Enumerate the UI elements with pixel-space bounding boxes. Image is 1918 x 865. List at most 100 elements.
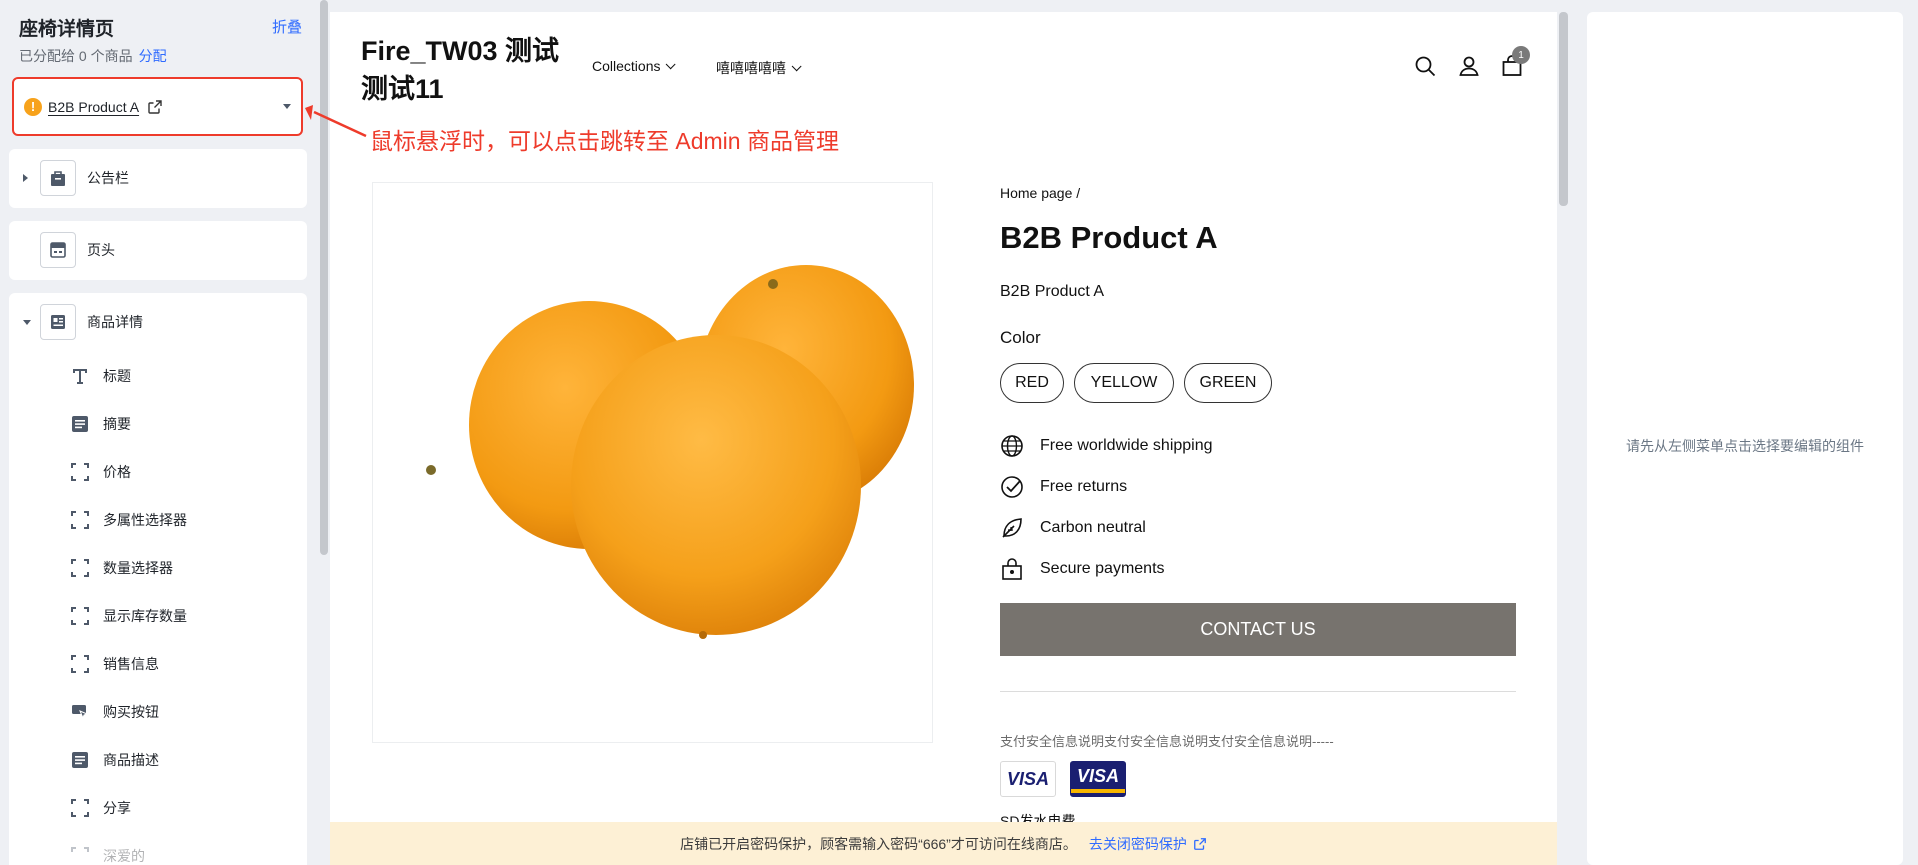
globe-icon xyxy=(1000,434,1024,458)
component-label: 多属性选择器 xyxy=(103,512,187,528)
contact-us-button[interactable]: CONTACT US xyxy=(1000,603,1516,656)
chevron-down-icon[interactable] xyxy=(283,104,291,109)
component-item-partial[interactable]: 深爱的 xyxy=(9,832,307,865)
password-banner-text: 店铺已开启密码保护，顾客需输入密码“666”才可访问在线商店。 xyxy=(680,835,1077,852)
section-label: 公告栏 xyxy=(87,170,129,186)
disable-password-link[interactable]: 去关闭密码保护 xyxy=(1089,834,1207,854)
component-label: 摘要 xyxy=(103,416,131,432)
component-label: 商品描述 xyxy=(103,752,159,768)
product-image[interactable] xyxy=(372,182,933,743)
button-cursor-icon xyxy=(69,701,91,723)
left-sidebar: 座椅详情页 折叠 已分配给 0 个商品 分配 ! B2B Product A 公告… xyxy=(0,0,316,865)
annotation-arrow xyxy=(305,105,367,138)
option-green[interactable]: GREEN xyxy=(1184,363,1272,403)
product-summary: B2B Product A xyxy=(1000,283,1105,300)
component-item-quantity-selector[interactable]: 数量选择器 xyxy=(9,544,307,592)
card-brand: VISA xyxy=(1076,765,1119,786)
component-label: 数量选择器 xyxy=(103,560,173,576)
cart-count-badge: 1 xyxy=(1512,46,1530,64)
section-announcement[interactable]: 公告栏 xyxy=(9,149,307,207)
store-title[interactable]: Fire_TW03 测试 测试11 xyxy=(361,32,566,108)
frame-corners-icon xyxy=(69,845,91,865)
lock-bag-icon xyxy=(1000,557,1024,581)
frame-corners-icon xyxy=(69,605,91,627)
option-yellow[interactable]: YELLOW xyxy=(1074,363,1174,403)
nav-item-custom[interactable]: 嘻嘻嘻嘻嘻 xyxy=(716,58,802,78)
product-admin-link[interactable]: B2B Product A xyxy=(48,99,139,115)
external-link-icon[interactable] xyxy=(147,99,163,115)
payment-note: 支付安全信息说明支付安全信息说明支付安全信息说明----- xyxy=(1000,734,1334,749)
document-lines-icon xyxy=(69,413,91,435)
assign-link[interactable]: 分配 xyxy=(139,48,167,64)
component-label: 购买按钮 xyxy=(103,704,159,720)
option-label: Color xyxy=(1000,328,1041,347)
warning-icon: ! xyxy=(24,97,42,116)
visa-electron-card-icon: VISA xyxy=(1070,761,1126,797)
section-label: 商品详情 xyxy=(87,314,143,330)
product-selector[interactable]: ! B2B Product A xyxy=(12,77,303,136)
component-item-summary[interactable]: 摘要 xyxy=(9,400,307,448)
section-card-header: 页头 xyxy=(9,221,307,280)
nav-label: Collections xyxy=(592,58,661,74)
sidebar-scrollbar[interactable] xyxy=(320,0,328,555)
feature-label: Free returns xyxy=(1040,478,1128,495)
check-circle-icon xyxy=(1000,475,1024,499)
page-template-title: 座椅详情页 xyxy=(19,19,115,40)
header-layout-icon xyxy=(40,232,76,268)
collapse-button[interactable]: 折叠 xyxy=(272,16,302,37)
frame-corners-icon xyxy=(69,653,91,675)
settings-panel: 请先从左侧菜单点击选择要编辑的组件 xyxy=(1587,12,1903,865)
annotation-text: 鼠标悬浮时，可以点击跳转至 Admin 商品管理 xyxy=(370,128,839,154)
feature-label: Free worldwide shipping xyxy=(1040,437,1213,454)
component-item-description[interactable]: 商品描述 xyxy=(9,736,307,784)
oranges-image xyxy=(426,265,914,639)
component-item-buy-button[interactable]: 购买按钮 xyxy=(9,688,307,736)
component-label: 销售信息 xyxy=(103,656,159,672)
component-label: 显示库存数量 xyxy=(103,608,187,624)
card-stripe xyxy=(1071,788,1125,793)
section-header[interactable]: 页头 xyxy=(9,221,307,279)
section-label: 页头 xyxy=(87,242,115,258)
divider xyxy=(1000,691,1516,692)
expand-arrow-icon[interactable] xyxy=(23,174,28,182)
component-label: 价格 xyxy=(103,464,131,480)
bag-icon xyxy=(40,160,76,196)
component-item-price[interactable]: 价格 xyxy=(9,448,307,496)
chevron-down-icon xyxy=(791,60,802,71)
component-item-title[interactable]: 标题 xyxy=(9,352,307,400)
breadcrumb[interactable]: Home page / xyxy=(1000,185,1080,201)
feature-secure: Secure payments xyxy=(1000,557,1165,581)
component-item-share[interactable]: 分享 xyxy=(9,784,307,832)
section-card-announcement: 公告栏 xyxy=(9,149,307,208)
leaf-icon xyxy=(1000,516,1024,540)
option-red[interactable]: RED xyxy=(1000,363,1064,403)
assigned-count: 已分配给 0 个商品 分配 xyxy=(19,46,167,66)
frame-corners-icon xyxy=(69,557,91,579)
detail-card-icon xyxy=(40,304,76,340)
component-item-sales-info[interactable]: 销售信息 xyxy=(9,640,307,688)
component-item-inventory[interactable]: 显示库存数量 xyxy=(9,592,307,640)
text-t-icon xyxy=(69,365,91,387)
visa-card-icon: VISA xyxy=(1000,761,1056,797)
frame-corners-icon xyxy=(69,461,91,483)
component-item-variant-picker[interactable]: 多属性选择器 xyxy=(9,496,307,544)
frame-corners-icon xyxy=(69,797,91,819)
chevron-down-icon xyxy=(666,58,677,69)
component-label: 深爱的 xyxy=(103,848,145,864)
document-lines-icon xyxy=(69,749,91,771)
assigned-text: 已分配给 0 个商品 xyxy=(19,48,133,64)
disable-password-label: 去关闭密码保护 xyxy=(1088,835,1187,852)
collapse-arrow-icon[interactable] xyxy=(23,319,31,325)
search-icon[interactable] xyxy=(1413,54,1437,78)
section-product-detail[interactable]: 商品详情 xyxy=(9,293,307,351)
section-card-product-detail: 商品详情 标题 摘要 价格 多属性选择器 数量选择器 显示库存数量 销售信息 购… xyxy=(9,293,307,865)
password-protection-banner: 店铺已开启密码保护，顾客需输入密码“666”才可访问在线商店。 去关闭密码保护 xyxy=(330,822,1557,865)
feature-carbon: Carbon neutral xyxy=(1000,516,1146,540)
component-label: 标题 xyxy=(103,368,131,384)
feature-label: Carbon neutral xyxy=(1040,519,1146,536)
feature-returns: Free returns xyxy=(1000,475,1127,499)
account-icon[interactable] xyxy=(1457,54,1481,78)
preview-scrollbar[interactable] xyxy=(1559,12,1568,206)
nav-item-collections[interactable]: Collections xyxy=(592,58,677,74)
component-label: 分享 xyxy=(103,800,131,816)
